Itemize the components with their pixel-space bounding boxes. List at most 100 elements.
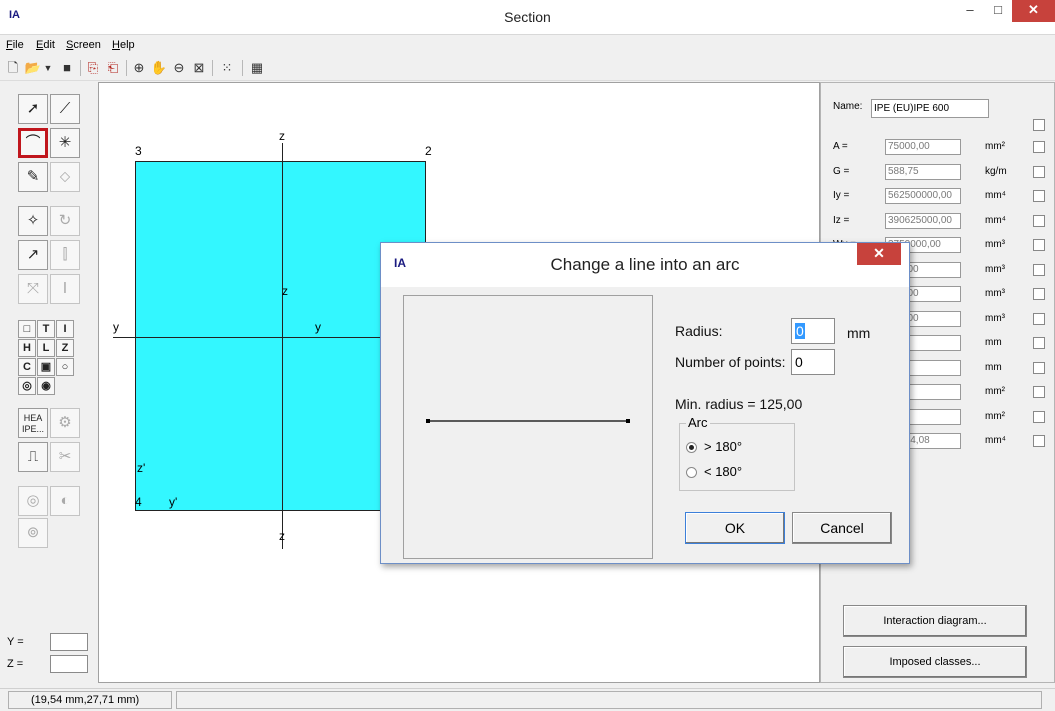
cut-tool[interactable]: ✂ — [50, 442, 80, 472]
menu-help[interactable]: Help — [112, 39, 135, 51]
union-tool[interactable]: ◎ — [18, 486, 48, 516]
min-radius-text: Min. radius = 125,00 — [675, 396, 803, 412]
coord-z-label: Z = — [7, 658, 24, 670]
shape-circle-icon[interactable]: ○ — [56, 358, 74, 376]
arc-tool[interactable]: ⌒ — [18, 128, 48, 158]
radius-input[interactable]: 0 — [791, 318, 835, 344]
intersect-shape-tool[interactable]: ⊚ — [18, 518, 48, 548]
radio-less-180[interactable] — [686, 467, 697, 478]
menu-file[interactable]: File — [6, 39, 24, 51]
property-checkbox[interactable] — [1033, 386, 1045, 398]
polyline-tool[interactable]: ⎍ — [18, 442, 48, 472]
property-checkbox[interactable] — [1033, 288, 1045, 300]
dialog-close-button[interactable]: ✕ — [857, 243, 901, 265]
shape-h-icon[interactable]: H — [18, 339, 36, 357]
menu-bar: File Edit Screen Help — [0, 37, 1055, 55]
shape-tee-icon[interactable]: T — [37, 320, 55, 338]
grid-dots-icon[interactable]: ⁙ — [218, 59, 236, 77]
property-checkbox[interactable] — [1033, 411, 1045, 423]
i-beam-tool[interactable]: Ⅰ — [50, 274, 80, 304]
shape-ring-icon[interactable]: ◉ — [37, 377, 55, 395]
arc-preview — [403, 295, 653, 559]
cancel-button[interactable]: Cancel — [792, 512, 892, 544]
menu-screen[interactable]: Screen — [66, 39, 101, 51]
property-unit: mm² — [985, 141, 1005, 152]
y-prime-label: y' — [169, 495, 178, 509]
minimize-button[interactable]: – — [957, 0, 983, 22]
property-checkbox[interactable] — [1033, 264, 1045, 276]
menu-edit[interactable]: Edit — [36, 39, 55, 51]
imposed-classes-button[interactable]: Imposed classes... — [843, 646, 1027, 678]
paste-icon[interactable]: ⎗ — [104, 59, 122, 77]
zoom-out-icon[interactable]: ⊖ — [170, 59, 188, 77]
zoom-in-icon[interactable]: ⊕ — [130, 59, 148, 77]
property-checkbox[interactable] — [1033, 190, 1045, 202]
property-checkbox[interactable] — [1033, 141, 1045, 153]
profile-library-button[interactable]: HEA IPE... — [18, 408, 48, 438]
name-label: Name: — [833, 101, 863, 112]
shape-z-icon[interactable]: Z — [56, 339, 74, 357]
radius-label: Radius: — [675, 323, 723, 339]
window-titlebar[interactable]: I⁠A Section – □ ✕ — [0, 0, 1055, 35]
radio-greater-180-label[interactable]: > 180° — [704, 439, 742, 454]
dialog-titlebar[interactable]: Change a line into an arc I⁠A ✕ — [381, 243, 909, 287]
node-label-3: 3 — [135, 144, 142, 158]
arc-dialog: Change a line into an arc I⁠A ✕ Radius: … — [380, 242, 910, 564]
subtract-tool[interactable]: ◐ — [50, 486, 80, 516]
shape-box-icon[interactable]: ▣ — [37, 358, 55, 376]
property-checkbox[interactable] — [1033, 337, 1045, 349]
arc-group-label: Arc — [686, 415, 710, 430]
shape-rect-icon[interactable]: □ — [18, 320, 36, 338]
measure-tape-tool[interactable]: ✎ — [18, 162, 48, 192]
name-field[interactable]: IPE (EU)IPE 600 — [871, 99, 989, 118]
property-checkbox[interactable] — [1033, 435, 1045, 447]
shape-angle-icon[interactable]: L — [37, 339, 55, 357]
radio-less-180-label[interactable]: < 180° — [704, 464, 742, 479]
property-value-field: 588,75 — [885, 164, 961, 180]
calculator-icon[interactable]: ▦ — [248, 59, 266, 77]
translate-tool[interactable]: ↗ — [18, 240, 48, 270]
property-value-field: 75000,00 — [885, 139, 961, 155]
coord-z-input[interactable] — [50, 655, 88, 673]
checkbox-all[interactable] — [1033, 119, 1045, 131]
maximize-button[interactable]: □ — [985, 0, 1011, 22]
line-tool[interactable]: ⟋ — [50, 94, 80, 124]
new-file-icon[interactable]: 🗋 — [4, 59, 22, 77]
coord-y-input[interactable] — [50, 633, 88, 651]
toolbar-separator — [80, 60, 81, 76]
node-move-tool[interactable]: ✧ — [18, 206, 48, 236]
number-of-points-input[interactable]: 0 — [791, 349, 835, 375]
property-checkbox[interactable] — [1033, 313, 1045, 325]
node-label-2: 2 — [425, 144, 432, 158]
scale-tool[interactable]: ⤧ — [18, 274, 48, 304]
property-unit: mm⁴ — [985, 215, 1006, 226]
property-checkbox[interactable] — [1033, 166, 1045, 178]
property-checkbox[interactable] — [1033, 239, 1045, 251]
rotate-axis-tool[interactable]: ↻ — [50, 206, 80, 236]
z-axis-label-top: z — [279, 129, 285, 143]
shape-ibeam-icon[interactable]: I — [56, 320, 74, 338]
interaction-diagram-button[interactable]: Interaction diagram... — [843, 605, 1027, 637]
mirror-tool[interactable]: ⫿ — [50, 240, 80, 270]
property-checkbox[interactable] — [1033, 215, 1045, 227]
shape-tube-icon[interactable]: ◎ — [18, 377, 36, 395]
property-unit: mm³ — [985, 264, 1005, 275]
shape-channel-icon[interactable]: C — [18, 358, 36, 376]
property-checkbox[interactable] — [1033, 362, 1045, 374]
select-pointer-tool[interactable]: ➚ — [18, 94, 48, 124]
radio-greater-180[interactable] — [686, 442, 697, 453]
open-folder-icon[interactable]: 📂 — [24, 59, 42, 77]
status-pane — [176, 691, 1042, 709]
pan-hand-icon[interactable]: ✋ — [150, 59, 168, 77]
dropdown-arrow-icon[interactable]: ▼ — [42, 59, 54, 77]
property-label: Iy = — [833, 190, 850, 201]
save-icon[interactable]: ■ — [58, 59, 76, 77]
window-title: Section — [504, 9, 551, 25]
copy-icon[interactable]: ⎘ — [84, 59, 102, 77]
ok-button[interactable]: OK — [685, 512, 785, 544]
zoom-fit-icon[interactable]: ⊠ — [190, 59, 208, 77]
steel-grade-tool[interactable]: ⚙ — [50, 408, 80, 438]
rotate-tool[interactable]: ⬦ — [50, 162, 80, 192]
intersect-tool[interactable]: ✳ — [50, 128, 80, 158]
close-button[interactable]: ✕ — [1012, 0, 1055, 22]
